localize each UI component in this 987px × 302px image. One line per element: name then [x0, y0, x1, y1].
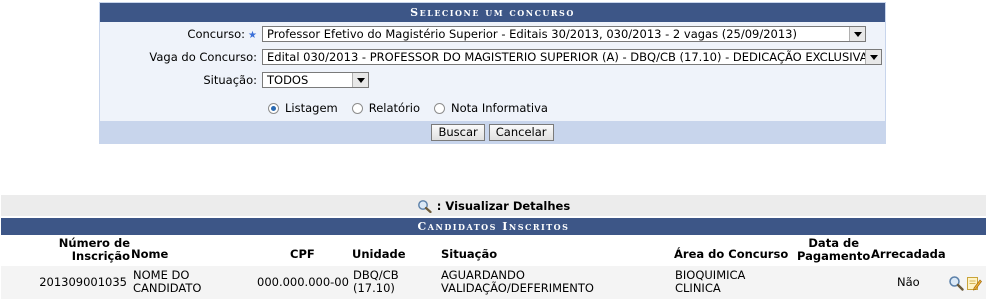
table-title-bar: Candidatos Inscritos	[1, 218, 986, 235]
situacao-select-value: TODOS	[267, 73, 309, 87]
header-numero-inscricao: Número de Inscrição	[57, 237, 130, 263]
header-unidade: Unidade	[352, 247, 406, 261]
report-type-radio-group: Listagem Relatório Nota Informativa	[268, 101, 556, 115]
cell-area-line2: CLINICA	[675, 281, 721, 295]
radio-nota-informativa[interactable]: Nota Informativa	[434, 101, 548, 115]
concurso-label-wrap: Concurso: ★	[97, 27, 257, 41]
vaga-select[interactable]: Edital 030/2013 - PROFESSOR DO MAGISTERI…	[262, 49, 882, 65]
header-nome: Nome	[131, 247, 169, 261]
legend-bar: : Visualizar Detalhes	[1, 195, 986, 216]
cell-nome-line2: CANDIDATO	[133, 281, 202, 295]
header-data-pagamento: Data de Pagamento	[797, 237, 871, 263]
vaga-label: Vaga do Concurso:	[149, 50, 257, 64]
chevron-down-icon[interactable]	[865, 50, 881, 64]
cell-numero-inscricao: 201309001035	[39, 275, 127, 289]
cancelar-button[interactable]: Cancelar	[488, 123, 554, 141]
header-area-concurso: Área do Concurso	[674, 247, 789, 261]
legend-text: : Visualizar Detalhes	[436, 198, 571, 213]
concurso-form-panel: Selecione um concurso Concurso: ★ Profess…	[99, 2, 886, 144]
situacao-label: Situação:	[203, 73, 257, 87]
vaga-select-value: Edital 030/2013 - PROFESSOR DO MAGISTERI…	[267, 50, 868, 64]
radio-button[interactable]	[351, 102, 363, 114]
radio-listagem[interactable]: Listagem	[268, 101, 338, 115]
radio-nota-informativa-label: Nota Informativa	[451, 101, 548, 115]
radio-button[interactable]	[434, 102, 446, 114]
chevron-down-icon[interactable]	[352, 73, 368, 87]
radio-listagem-label: Listagem	[285, 101, 338, 115]
required-star-icon: ★	[248, 30, 257, 41]
cell-situacao: AGUARDANDO VALIDAÇÃO/DEFERIMENTO	[441, 269, 594, 295]
form-title-bar: Selecione um concurso	[100, 3, 885, 22]
edit-document-icon[interactable]	[966, 275, 982, 291]
chevron-down-icon[interactable]	[849, 27, 865, 41]
cell-unidade: DBQ/CB (17.10)	[353, 269, 399, 295]
cell-cpf: 000.000.000-00	[257, 275, 349, 289]
header-situacao: Situação	[441, 247, 498, 261]
cell-situacao-line2: VALIDAÇÃO/DEFERIMENTO	[441, 281, 594, 295]
concurso-select-value: Professor Efetivo do Magistério Superior…	[267, 27, 797, 41]
cell-arrecadada: Não	[897, 275, 920, 289]
radio-relatorio[interactable]: Relatório	[351, 101, 421, 115]
radio-button[interactable]	[268, 102, 279, 114]
vaga-label-wrap: Vaga do Concurso:	[97, 50, 257, 64]
radio-relatorio-label: Relatório	[368, 101, 421, 115]
concurso-select[interactable]: Professor Efetivo do Magistério Superior…	[262, 26, 866, 42]
header-arrecadada: Arrecadada	[871, 247, 946, 261]
cell-area-concurso: BIOQUIMICA CLINICA	[675, 269, 745, 295]
table-title: Candidatos Inscritos	[417, 220, 570, 233]
view-details-icon[interactable]	[948, 275, 964, 291]
situacao-label-wrap: Situação:	[97, 73, 257, 87]
situacao-select[interactable]: TODOS	[262, 72, 369, 88]
header-cpf: CPF	[290, 247, 315, 261]
header-numero-line2: Inscrição	[71, 249, 130, 263]
magnifier-icon	[417, 199, 432, 213]
concurso-label: Concurso:	[187, 27, 246, 41]
header-pagamento-line2: Pagamento	[797, 249, 871, 263]
form-button-bar: Buscar Cancelar	[100, 121, 885, 143]
form-title: Selecione um concurso	[410, 6, 575, 19]
buscar-button[interactable]: Buscar	[431, 123, 485, 141]
cell-nome: NOME DO CANDIDATO	[133, 269, 201, 295]
cell-unidade-line2: (17.10)	[353, 281, 395, 295]
